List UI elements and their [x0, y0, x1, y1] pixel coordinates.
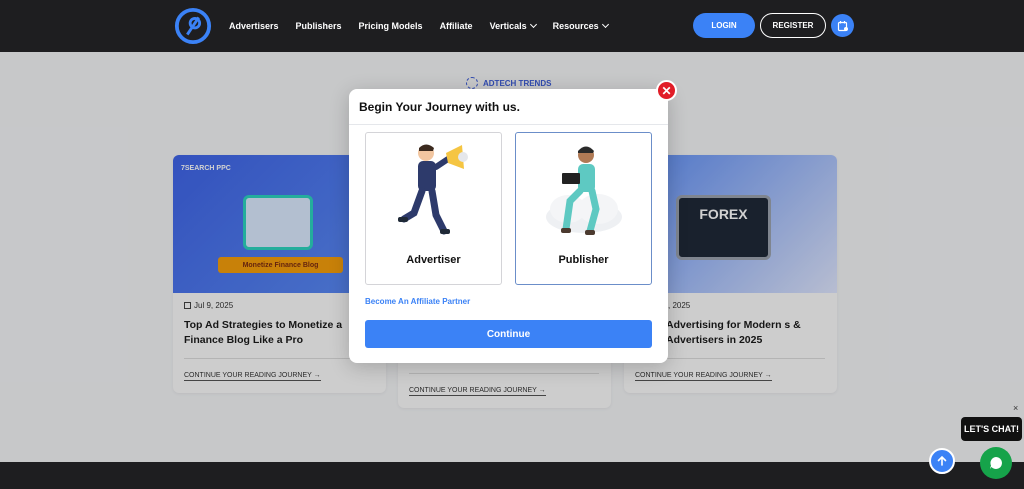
- chat-button[interactable]: [980, 447, 1012, 479]
- chat-close-icon[interactable]: ×: [1013, 403, 1018, 413]
- register-button[interactable]: REGISTER: [760, 13, 826, 38]
- affiliate-partner-link[interactable]: Become An Affiliate Partner: [365, 297, 470, 306]
- nav-resources[interactable]: Resources: [553, 20, 609, 31]
- scroll-to-top-button[interactable]: [929, 448, 955, 474]
- modal-title: Begin Your Journey with us.: [359, 100, 520, 114]
- continue-button[interactable]: Continue: [365, 320, 652, 348]
- logo-icon[interactable]: [174, 6, 212, 46]
- divider: [349, 124, 668, 125]
- laptop-person-on-cloud-illustration: [546, 146, 622, 235]
- login-button[interactable]: LOGIN: [693, 13, 755, 38]
- close-icon[interactable]: ✕: [656, 80, 677, 101]
- option-label: Advertiser: [406, 254, 461, 266]
- option-label: Publisher: [558, 254, 609, 266]
- option-publisher[interactable]: Publisher: [515, 132, 652, 285]
- chevron-down-icon: [601, 20, 609, 29]
- site-footer: [0, 462, 1024, 489]
- site-header: Advertisers Publishers Pricing Models Af…: [0, 0, 1024, 52]
- arrow-up-icon: [937, 455, 947, 466]
- chat-label[interactable]: LET'S CHAT!: [961, 417, 1022, 441]
- chat-icon: [990, 457, 1002, 469]
- megaphone-person-illustration: [398, 144, 468, 235]
- journey-modal: Begin Your Journey with us. Advertiser P…: [349, 89, 668, 363]
- nav-pricing-models[interactable]: Pricing Models: [359, 21, 423, 31]
- nav-verticals[interactable]: Verticals: [490, 20, 537, 31]
- calendar-user-button[interactable]: [831, 14, 854, 37]
- option-advertiser[interactable]: Advertiser: [365, 132, 502, 285]
- chevron-down-icon: [529, 20, 537, 29]
- nav-affiliate[interactable]: Affiliate: [440, 21, 473, 31]
- main-nav: Advertisers Publishers Pricing Models Af…: [229, 0, 625, 52]
- nav-advertisers[interactable]: Advertisers: [229, 21, 279, 31]
- calendar-icon: [837, 20, 848, 31]
- nav-publishers[interactable]: Publishers: [296, 21, 342, 31]
